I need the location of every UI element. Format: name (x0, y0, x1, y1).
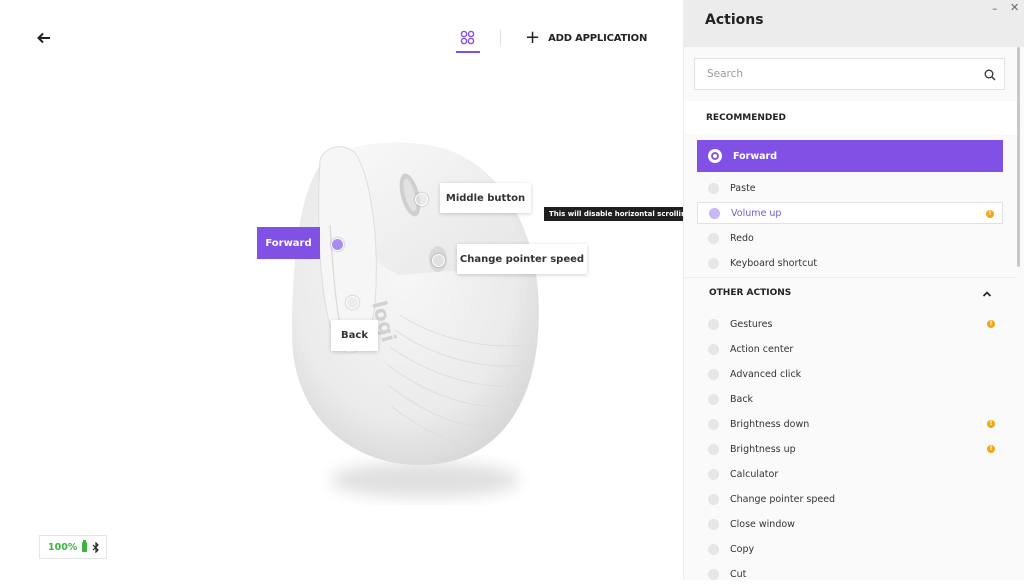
warning-icon: ! (987, 445, 995, 453)
action-advanced-click[interactable]: Advanced click (697, 363, 1003, 385)
radio (709, 207, 720, 219)
action-keyboard-shortcut[interactable]: Keyboard shortcut (697, 252, 1003, 274)
action-label: Paste (730, 182, 756, 194)
battery-status: 100% (39, 535, 107, 559)
radio (708, 443, 719, 455)
action-label: Redo (730, 232, 754, 244)
radio (708, 518, 719, 530)
battery-icon (82, 540, 88, 552)
other-actions-header[interactable]: OTHER ACTIONS (709, 288, 791, 298)
warning-icon: ! (987, 420, 995, 428)
minimize-icon[interactable]: – (992, 2, 998, 15)
action-label: Copy (730, 543, 755, 555)
warning-icon: ! (987, 320, 995, 328)
action-label: Keyboard shortcut (730, 257, 818, 269)
buttons-grid-icon (460, 30, 475, 45)
search-input[interactable] (705, 67, 969, 81)
topbar-divider (500, 30, 501, 46)
radio (708, 568, 719, 580)
panel-header: Actions – ✕ (684, 0, 1024, 47)
action-label: Cut (730, 568, 747, 580)
action-gestures[interactable]: Gestures ! (697, 313, 1003, 335)
radio (708, 418, 719, 430)
radio (708, 318, 719, 330)
action-label: Advanced click (730, 368, 802, 380)
action-label: Brightness up (730, 443, 796, 455)
action-label: Action center (730, 343, 794, 355)
action-back[interactable]: Back (697, 388, 1003, 410)
action-label: Close window (730, 518, 795, 530)
mouse-illustration: logi (292, 142, 539, 498)
add-application-label: ADD APPLICATION (548, 32, 648, 44)
chevron-up-icon[interactable] (982, 290, 992, 298)
action-brightness-up[interactable]: Brightness up ! (697, 438, 1003, 460)
action-calculator[interactable]: Calculator (697, 463, 1003, 485)
radio-selected (708, 149, 722, 163)
action-label: Forward (733, 150, 777, 162)
action-action-center[interactable]: Action center (697, 338, 1003, 360)
action-label: Volume up (731, 207, 782, 219)
radio (708, 543, 719, 555)
section-divider (684, 277, 1017, 278)
action-close-window[interactable]: Close window (697, 513, 1003, 535)
action-label: Calculator (730, 468, 779, 480)
radio (708, 257, 719, 269)
actions-panel: Actions – ✕ RECOMMENDED Forward Paste Vo… (683, 0, 1024, 580)
action-label: Change pointer speed (730, 493, 836, 505)
panel-title: Actions (705, 12, 764, 28)
action-label: Back (730, 393, 754, 405)
action-volume-up[interactable]: Volume up ! (697, 202, 1003, 224)
back-arrow-icon[interactable] (36, 30, 52, 46)
recommended-header: RECOMMENDED (706, 113, 787, 123)
radio (708, 468, 719, 480)
back-button-hotspot[interactable] (346, 296, 359, 309)
tooltip-horizontal-scrolling: This will disable horizontal scrolling (544, 207, 701, 221)
tab-buttons[interactable] (456, 28, 480, 53)
pointer-speed-hotspot[interactable] (432, 254, 445, 267)
panel-body: RECOMMENDED Forward Paste Volume up ! Re… (684, 47, 1024, 580)
action-change-pointer-speed[interactable]: Change pointer speed (697, 488, 1003, 510)
radio (708, 393, 719, 405)
close-icon[interactable]: ✕ (1010, 1, 1019, 14)
action-copy[interactable]: Copy (697, 538, 1003, 560)
search-box[interactable] (694, 58, 1005, 90)
bluetooth-icon (92, 541, 100, 553)
add-application-button[interactable]: + ADD APPLICATION (525, 27, 648, 48)
action-redo[interactable]: Redo (697, 227, 1003, 249)
radio (708, 368, 719, 380)
callout-change-pointer-speed[interactable]: Change pointer speed (457, 244, 587, 274)
action-label: Brightness down (730, 418, 810, 430)
forward-button-hotspot[interactable] (331, 238, 344, 251)
action-label: Gestures (730, 318, 773, 330)
radio (708, 493, 719, 505)
callout-forward[interactable]: Forward (257, 227, 320, 259)
callout-back[interactable]: Back (331, 320, 378, 351)
radio (708, 232, 719, 244)
battery-percent: 100% (48, 541, 78, 553)
action-forward[interactable]: Forward (697, 140, 1003, 172)
search-icon[interactable] (984, 69, 996, 81)
scrollbar[interactable] (1017, 47, 1020, 267)
radio (708, 182, 719, 194)
warning-icon: ! (986, 210, 994, 218)
radio (708, 343, 719, 355)
action-brightness-down[interactable]: Brightness down ! (697, 413, 1003, 435)
middle-button-hotspot[interactable] (415, 193, 428, 206)
plus-icon: + (525, 27, 541, 48)
action-cut[interactable]: Cut (697, 563, 1003, 585)
callout-middle-button[interactable]: Middle button (440, 183, 531, 213)
action-paste[interactable]: Paste (697, 177, 1003, 199)
